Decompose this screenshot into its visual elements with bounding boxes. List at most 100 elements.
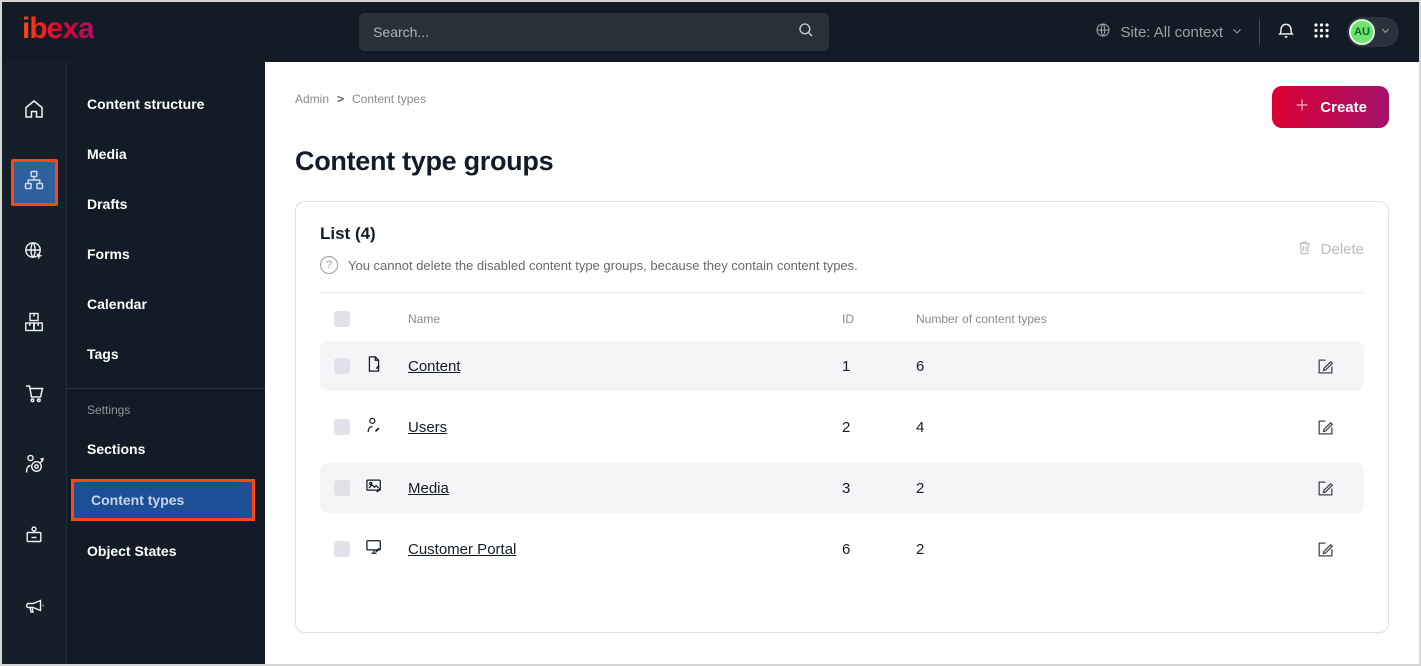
main-header: Admin > Content types Create <box>295 86 1389 128</box>
menu-item-drafts[interactable]: Drafts <box>67 184 265 224</box>
bell-icon <box>1276 21 1296 44</box>
user-menu[interactable]: AU <box>1347 17 1399 47</box>
help-icon: ? <box>320 256 338 274</box>
app-window: ibexa Site: All context <box>0 0 1421 666</box>
edit-button[interactable] <box>1316 418 1350 437</box>
trash-icon <box>1296 239 1313 260</box>
topbar-center <box>94 13 1095 51</box>
menu-item-calendar[interactable]: Calendar <box>67 284 265 324</box>
side-menu: Content structure Media Drafts Forms Cal… <box>67 62 265 664</box>
rail-item-personalization[interactable] <box>11 443 58 490</box>
card-divider <box>320 292 1364 293</box>
home-icon <box>22 97 46 126</box>
group-count: 2 <box>916 540 925 558</box>
row-checkbox[interactable] <box>334 419 350 435</box>
person-target-icon <box>22 452 46 481</box>
delete-button[interactable]: Delete <box>1296 239 1364 260</box>
globe-cursor-icon <box>22 239 46 268</box>
row-checkbox[interactable] <box>334 480 350 496</box>
chevron-down-icon <box>1231 24 1243 41</box>
breadcrumb-separator: > <box>337 92 345 106</box>
chevron-down-icon <box>1380 23 1391 41</box>
edit-button[interactable] <box>1316 357 1350 376</box>
group-count: 2 <box>916 479 925 497</box>
menu-item-sections[interactable]: Sections <box>67 429 265 469</box>
site-context-label: Site: All context <box>1120 23 1223 41</box>
card-header-left: List (4) ? You cannot delete the disable… <box>320 224 858 274</box>
topbar-right: Site: All context AU <box>1094 17 1399 47</box>
menu-item-tags[interactable]: Tags <box>67 334 265 374</box>
image-edit-icon <box>364 476 408 500</box>
rail-item-product-catalog[interactable] <box>11 301 58 348</box>
cart-icon <box>22 381 46 410</box>
global-search[interactable] <box>359 13 830 51</box>
icon-rail <box>2 62 67 664</box>
create-button-label: Create <box>1320 98 1367 116</box>
rail-item-marketing[interactable] <box>11 585 58 632</box>
column-id: ID <box>842 312 854 326</box>
row-checkbox[interactable] <box>334 358 350 374</box>
group-id: 6 <box>842 540 851 558</box>
menu-item-content-types[interactable]: Content types <box>71 479 255 521</box>
breadcrumb-content-types[interactable]: Content types <box>352 92 426 106</box>
group-link-users[interactable]: Users <box>408 419 842 436</box>
rail-item-commerce[interactable] <box>11 372 58 419</box>
rail-item-home[interactable] <box>11 88 58 135</box>
content-type-groups-card: List (4) ? You cannot delete the disable… <box>295 201 1389 633</box>
menu-item-forms[interactable]: Forms <box>67 234 265 274</box>
group-id: 3 <box>842 479 851 497</box>
group-id: 2 <box>842 418 851 436</box>
group-link-media[interactable]: Media <box>408 480 842 497</box>
badge-icon <box>22 523 46 552</box>
menu-item-media[interactable]: Media <box>67 134 265 174</box>
site-context-selector[interactable]: Site: All context <box>1094 21 1243 43</box>
group-link-content[interactable]: Content <box>408 358 842 375</box>
search-icon[interactable] <box>797 21 815 44</box>
ibexa-logo[interactable]: ibexa <box>22 14 95 50</box>
app-grid-button[interactable] <box>1312 21 1331 43</box>
edit-button[interactable] <box>1316 540 1350 559</box>
rail-item-content-structure[interactable] <box>10 159 58 206</box>
list-info: ? You cannot delete the disabled content… <box>320 256 858 274</box>
create-button[interactable]: Create <box>1272 86 1389 128</box>
group-count: 6 <box>916 357 925 375</box>
table-header: Name ID Number of content types <box>320 297 1364 341</box>
row-checkbox[interactable] <box>334 541 350 557</box>
topbar-divider <box>1259 19 1260 45</box>
rail-item-admin[interactable] <box>11 514 58 561</box>
breadcrumb-admin[interactable]: Admin <box>295 92 329 106</box>
delete-button-label: Delete <box>1320 240 1364 258</box>
list-title: List (4) <box>320 224 376 243</box>
grid-icon <box>1312 21 1331 43</box>
notifications-button[interactable] <box>1276 21 1296 44</box>
list-info-text: You cannot delete the disabled content t… <box>348 257 858 273</box>
column-name: Name <box>408 312 441 326</box>
edit-button[interactable] <box>1316 479 1350 498</box>
rail-item-site[interactable] <box>11 230 58 277</box>
file-edit-icon <box>364 354 408 378</box>
select-all-checkbox[interactable] <box>334 311 350 327</box>
megaphone-icon <box>22 594 46 623</box>
menu-divider <box>67 388 265 389</box>
search-input[interactable] <box>373 24 798 40</box>
menu-item-content-structure[interactable]: Content structure <box>67 84 265 124</box>
avatar: AU <box>1349 19 1375 45</box>
sitemap-icon <box>22 168 46 197</box>
group-link-customer-portal[interactable]: Customer Portal <box>408 541 842 558</box>
table-row: Media 3 2 <box>320 463 1364 513</box>
user-edit-icon <box>364 415 408 439</box>
plus-icon <box>1294 97 1310 117</box>
table-row: Users 2 4 <box>320 402 1364 452</box>
card-header: List (4) ? You cannot delete the disable… <box>320 224 1364 274</box>
monitor-edit-icon <box>364 537 408 561</box>
group-id: 1 <box>842 357 851 375</box>
boxes-icon <box>22 310 46 339</box>
column-count: Number of content types <box>916 312 1047 326</box>
group-count: 4 <box>916 418 925 436</box>
menu-item-object-states[interactable]: Object States <box>67 531 265 571</box>
table-row: Content 1 6 <box>320 341 1364 391</box>
breadcrumb: Admin > Content types <box>295 86 426 106</box>
settings-section-label: Settings <box>87 403 131 417</box>
page-title: Content type groups <box>295 146 554 176</box>
main-content: Admin > Content types Create Content typ… <box>265 62 1419 664</box>
